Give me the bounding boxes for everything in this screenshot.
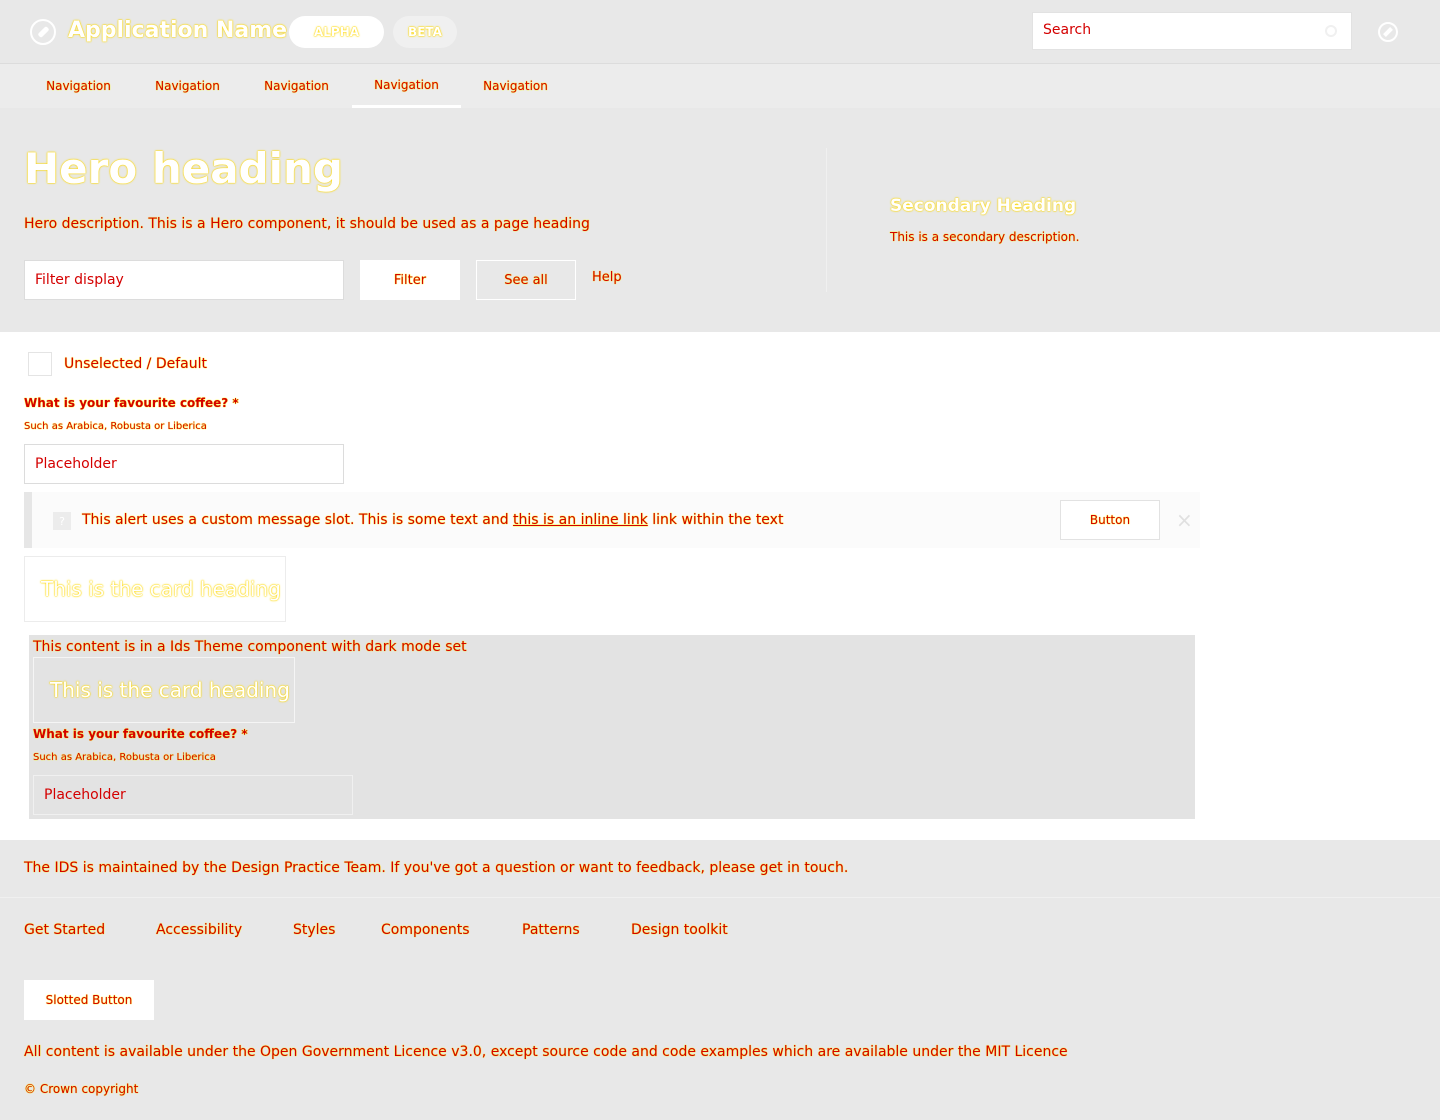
top-bar: Application Name ALPHA BETA: [0, 0, 1440, 64]
card[interactable]: This is the card heading: [24, 556, 286, 622]
filter-button[interactable]: Filter: [360, 260, 460, 300]
dark-card-heading: This is the card heading: [50, 678, 290, 702]
alert-message: This alert uses a custom message slot. T…: [82, 512, 784, 528]
footer-link-components[interactable]: Components: [381, 922, 470, 938]
nav-item-2[interactable]: Navigation: [133, 64, 242, 108]
slotted-button[interactable]: Slotted Button: [24, 980, 154, 1020]
copyright-text: © Crown copyright: [24, 1082, 139, 1096]
compass-icon[interactable]: [30, 19, 56, 45]
secondary-heading: Secondary Heading: [890, 196, 1077, 216]
dark-coffee-question-label: What is your favourite coffee? *: [33, 727, 248, 741]
hero-description: Hero description. This is a Hero compone…: [24, 216, 590, 232]
footer-link-accessibility[interactable]: Accessibility: [156, 922, 242, 938]
nav-item-1[interactable]: Navigation: [24, 64, 133, 108]
nav-item-5[interactable]: Navigation: [461, 64, 570, 108]
see-all-button[interactable]: See all: [476, 260, 576, 300]
dark-coffee-input[interactable]: [33, 775, 353, 815]
secondary-description: This is a secondary description.: [890, 230, 1080, 244]
question-icon: ?: [53, 512, 71, 530]
filter-input[interactable]: [24, 260, 344, 300]
nav-item-4-active[interactable]: Navigation: [352, 64, 461, 108]
hero-divider: [826, 148, 827, 292]
dark-card[interactable]: This is the card heading: [33, 657, 295, 723]
footer-divider: [0, 897, 1440, 898]
footer-link-patterns[interactable]: Patterns: [522, 922, 580, 938]
beta-badge: BETA: [393, 16, 457, 48]
checkbox-label: Unselected / Default: [64, 356, 207, 372]
card-heading: This is the card heading: [41, 577, 281, 601]
search-box[interactable]: [1032, 12, 1352, 50]
search-input[interactable]: [1043, 22, 1303, 38]
search-icon[interactable]: [1325, 25, 1337, 37]
coffee-input[interactable]: [24, 444, 344, 484]
nav-item-3[interactable]: Navigation: [242, 64, 351, 108]
alert-button[interactable]: Button: [1060, 500, 1160, 540]
footer-link-styles[interactable]: Styles: [293, 922, 335, 938]
footer: The IDS is maintained by the Design Prac…: [0, 840, 1440, 1120]
compass-icon[interactable]: [1378, 22, 1398, 42]
footer-link-get-started[interactable]: Get Started: [24, 922, 105, 938]
default-checkbox[interactable]: [28, 352, 52, 376]
footer-message: The IDS is maintained by the Design Prac…: [24, 860, 849, 876]
license-text: All content is available under the Open …: [24, 1044, 1068, 1060]
coffee-question-hint: Such as Arabica, Robusta or Liberica: [24, 421, 207, 432]
dark-theme-text: This content is in a Ids Theme component…: [33, 639, 467, 655]
app-name[interactable]: Application Name: [68, 18, 287, 43]
close-icon[interactable]: ×: [1176, 508, 1193, 532]
coffee-question-label: What is your favourite coffee? *: [24, 396, 239, 410]
main-navigation: Navigation Navigation Navigation Navigat…: [0, 64, 1440, 108]
alpha-badge: ALPHA: [289, 16, 384, 48]
dark-theme-container: This content is in a Ids Theme component…: [29, 635, 1195, 819]
hero: Hero heading Hero description. This is a…: [0, 108, 1440, 332]
help-link[interactable]: Help: [592, 270, 622, 285]
hero-heading: Hero heading: [24, 144, 343, 193]
info-alert: ? This alert uses a custom message slot.…: [24, 492, 1200, 548]
alert-inline-link[interactable]: this is an inline link: [513, 512, 648, 528]
footer-link-design-toolkit[interactable]: Design toolkit: [631, 922, 728, 938]
dark-coffee-question-hint: Such as Arabica, Robusta or Liberica: [33, 752, 216, 763]
